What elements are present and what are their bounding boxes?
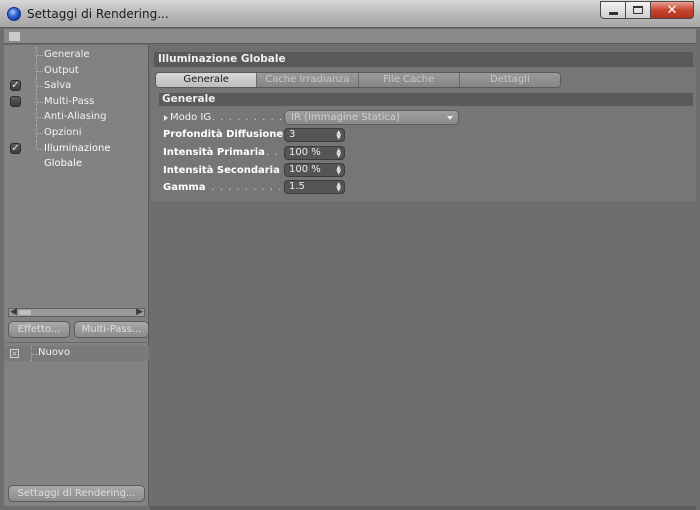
list-item-nuovo[interactable]: × Nuovo [4, 346, 149, 361]
field-value: 3 [289, 129, 296, 140]
window-title: Settaggi di Rendering... [27, 7, 169, 21]
tab-bar: Generale Cache Irradianza File Cache Irr… [155, 72, 561, 88]
scroll-right-icon[interactable]: ▶ [136, 307, 143, 317]
sidebar-item-opzioni[interactable]: Opzioni [4, 124, 149, 141]
multipass-button[interactable]: Multi-Pass... [74, 321, 149, 338]
param-label: Modo IG [170, 112, 212, 123]
tree-connector [37, 86, 43, 88]
sidebar-horizontal-scrollbar[interactable]: ◀ ▶ [8, 307, 145, 317]
tab-generale[interactable]: Generale [156, 73, 257, 87]
param-dots: . . . [258, 147, 279, 158]
tree-connector [37, 148, 43, 150]
illuminazione-globale-checkbox[interactable]: ✓ [10, 142, 21, 154]
param-label: Intensità Secondaria [163, 165, 280, 176]
sidebar-item-label: Multi-Pass [44, 95, 95, 107]
app-icon [7, 7, 21, 21]
secondary-intensity-field[interactable]: 100 % ▲ ▼ [284, 163, 345, 177]
list-item-label: Nuovo [38, 347, 70, 358]
effect-buttons: Effetto... Multi-Pass... [8, 321, 149, 338]
param-label: Intensità Primaria [163, 147, 265, 158]
sidebar-item-label: Opzioni [44, 126, 82, 138]
minimize-icon [608, 11, 618, 15]
field-value: 100 % [289, 164, 321, 175]
sidebar-item-label: Salva [44, 80, 72, 92]
tree-connector [37, 70, 43, 72]
sidebar-item-output[interactable]: Output [4, 62, 149, 79]
field-value: 100 % [289, 147, 321, 158]
divider [6, 342, 147, 343]
mode-dropdown[interactable]: IR (Immagine Statica) [284, 110, 459, 125]
param-gamma: Gamma . . . . . . . . . . . . . [163, 181, 306, 195]
settings-sidebar: Generale Output ✓ Salva Multi-Pass Anti-… [4, 45, 149, 506]
salva-checkbox[interactable]: ✓ [10, 80, 21, 92]
settings-tree: Generale Output ✓ Salva Multi-Pass Anti-… [4, 47, 149, 169]
gamma-field[interactable]: 1.5 ▲ ▼ [284, 180, 345, 194]
close-button[interactable]: ✕ [650, 1, 694, 19]
group-title: Generale [159, 93, 693, 106]
minimize-button[interactable] [600, 1, 626, 19]
expand-arrow-icon[interactable] [164, 115, 168, 121]
effect-button[interactable]: Effetto... [8, 321, 70, 338]
sidebar-item-salva[interactable]: ✓ Salva [4, 78, 149, 94]
sidebar-item-label: Output [44, 64, 79, 76]
maximize-button[interactable] [625, 1, 651, 19]
tree-connector [37, 132, 43, 134]
render-settings-button[interactable]: Settaggi di Rendering... [8, 485, 145, 502]
sidebar-item-label: Illuminazione Globale [44, 142, 111, 170]
tab-dettagli[interactable]: Dettagli [458, 73, 560, 87]
settings-content: Illuminazione Globale Generale Cache Irr… [151, 45, 696, 506]
close-icon: ✕ [666, 2, 678, 18]
tree-connector [37, 117, 43, 119]
section-title: Illuminazione Globale [154, 52, 693, 67]
chevron-down-icon [447, 116, 453, 120]
title-bar: Settaggi di Rendering... ✕ [0, 0, 700, 28]
dropdown-value: IR (Immagine Statica) [291, 112, 400, 123]
tree-connector [37, 101, 43, 103]
field-value: 1.5 [289, 181, 305, 192]
primary-intensity-field[interactable]: 100 % ▲ ▼ [284, 146, 345, 160]
tree-connector [37, 55, 43, 56]
bottom-edge [150, 506, 696, 510]
expand-icon[interactable]: × [10, 349, 19, 358]
spinner-arrows-icon[interactable]: ▲ ▼ [336, 182, 341, 193]
sidebar-item-illuminazione-globale[interactable]: ✓ Illuminazione Globale [4, 140, 149, 169]
sidebar-item-multipass[interactable]: Multi-Pass [4, 93, 149, 110]
param-mode: Modo IG . . . . . . . . . . . . [170, 111, 307, 125]
toolbar [4, 29, 696, 44]
tab-cache-irradianza[interactable]: Cache Irradianza [256, 73, 358, 87]
scroll-left-icon[interactable]: ◀ [10, 307, 17, 317]
multipass-checkbox[interactable] [10, 95, 21, 107]
window-controls: ✕ [600, 1, 694, 20]
scrollbar-thumb[interactable] [19, 310, 31, 315]
tree-connector [36, 140, 37, 149]
sidebar-item-antialiasing[interactable]: Anti-Aliasing [4, 109, 149, 125]
param-label: Profondità Diffusione [163, 129, 284, 140]
diffuse-depth-field[interactable]: 3 ▲ ▼ [284, 128, 345, 142]
grip-handle-icon[interactable] [9, 32, 20, 41]
maximize-icon [633, 6, 643, 14]
sidebar-item-label: Anti-Aliasing [44, 111, 107, 123]
tree-connector [32, 354, 37, 355]
sidebar-item-generale[interactable]: Generale [4, 47, 149, 63]
sidebar-item-label: Generale [44, 49, 90, 60]
spinner-arrows-icon[interactable]: ▲ ▼ [336, 148, 341, 159]
tab-file-cache-irradianza[interactable]: File Cache Irradianza [357, 73, 459, 87]
param-secondary-intensity: Intensità Secondaria [163, 164, 280, 178]
spinner-arrows-icon[interactable]: ▲ ▼ [336, 130, 341, 141]
param-primary-intensity: Intensità Primaria . . . [163, 146, 278, 160]
param-label: Gamma [163, 182, 206, 193]
param-diffuse-depth: Profondità Diffusione [163, 128, 283, 142]
spinner-arrows-icon[interactable]: ▲ ▼ [336, 165, 341, 176]
